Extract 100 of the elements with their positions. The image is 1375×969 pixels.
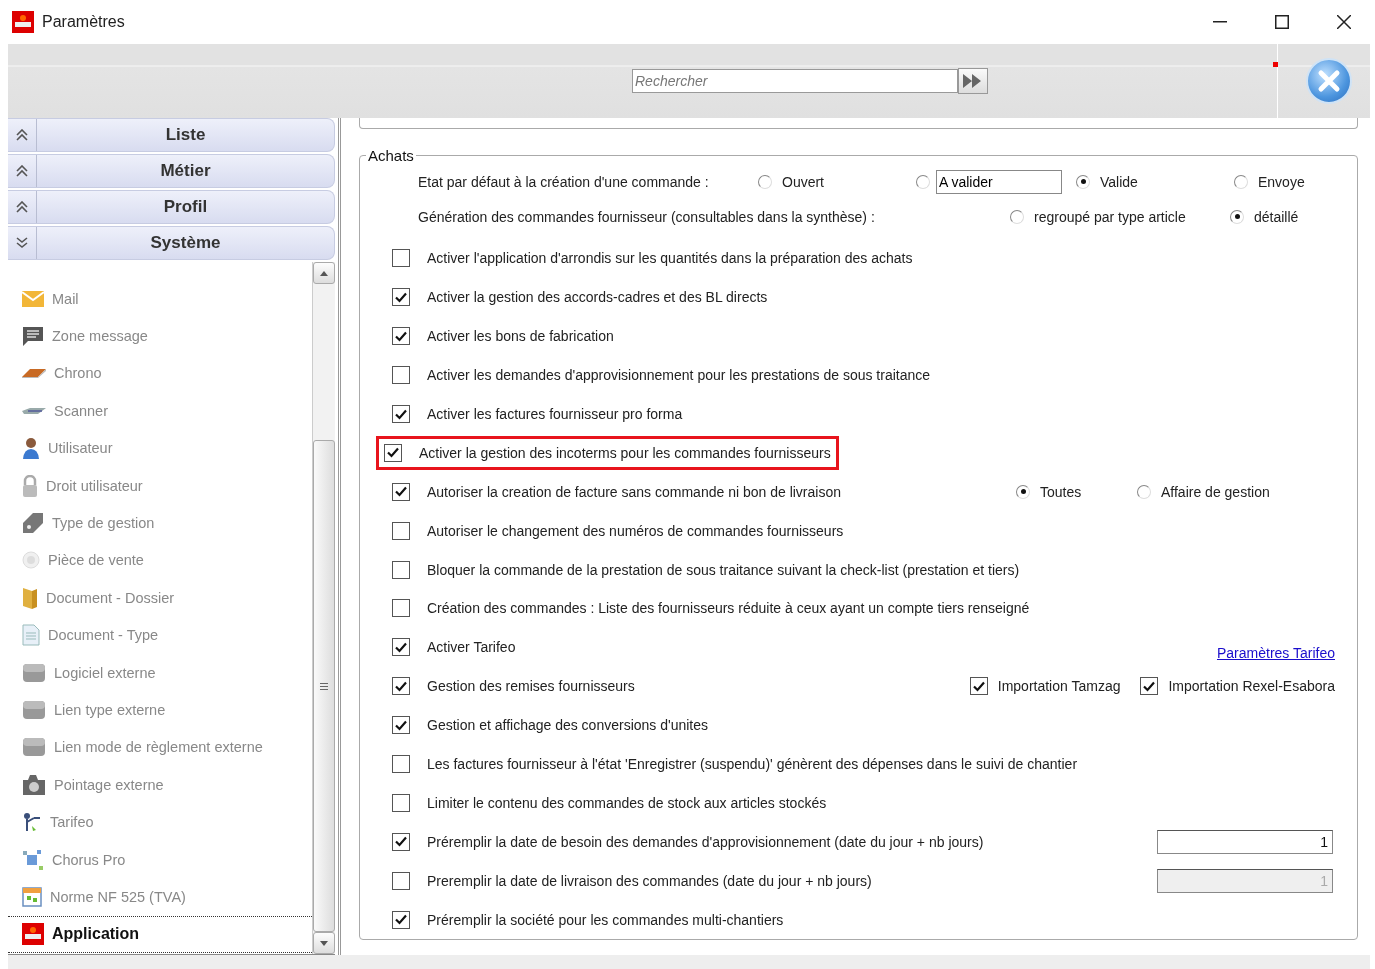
maximize-icon xyxy=(1275,15,1289,29)
checkbox-label: Activer les factures fournisseur pro forma xyxy=(427,406,683,422)
status-input-field[interactable]: A valider xyxy=(936,169,1062,194)
sidebar-item[interactable]: Document - Dossier xyxy=(8,579,312,617)
checkbox[interactable] xyxy=(392,638,410,657)
checkbox-label: Autoriser la creation de facture sans commande ni bon de livraison xyxy=(427,483,841,500)
checkbox-label: Préremplir la société pour les commandes multi-chantiers xyxy=(427,911,784,928)
camera-clock-icon xyxy=(22,773,46,796)
checkbox-label: Activer les demandes d'approvisionnement pour les prestations de sous traitance xyxy=(427,367,931,384)
radio-button[interactable] xyxy=(1016,484,1030,499)
group-title: Achats xyxy=(367,147,415,164)
folder-icon xyxy=(22,586,38,609)
sidebar-item[interactable]: Pièce de vente xyxy=(8,541,312,580)
checkbox[interactable] xyxy=(392,599,410,618)
sidebar-item[interactable]: Chrono xyxy=(8,354,312,393)
radio-button[interactable] xyxy=(1230,209,1244,224)
sidebar-item[interactable]: Lien type externe xyxy=(8,691,312,729)
sidebar-item[interactable]: Tarifeo xyxy=(8,803,312,841)
number-field[interactable]: 1 xyxy=(1157,829,1333,854)
checkbox-label: Importation Rexel-Esabora xyxy=(1168,678,1335,695)
checkmark-icon xyxy=(395,914,407,926)
checkbox[interactable] xyxy=(392,288,410,307)
radio-button[interactable] xyxy=(1010,209,1024,224)
radio-button[interactable] xyxy=(1234,174,1248,189)
sidebar-group-header[interactable]: Système xyxy=(8,226,335,260)
checkbox[interactable] xyxy=(969,677,988,696)
scrollbar[interactable] xyxy=(312,262,335,954)
radio-label: Affaire de gestion xyxy=(1161,483,1270,500)
radio-button[interactable] xyxy=(916,174,930,189)
checkbox[interactable] xyxy=(392,560,410,579)
checkbox-label: Preremplir la date de livraison des commandes (date du jour + nb jours) xyxy=(427,872,872,889)
checkbox[interactable] xyxy=(392,327,410,346)
sidebar-item[interactable]: Logiciel externe xyxy=(8,653,312,692)
figure-icon xyxy=(22,812,42,833)
up-arrow-icon xyxy=(320,270,328,276)
checkbox-label: Autoriser le changement des numéros de commandes fournisseurs xyxy=(427,522,844,539)
sidebar-item[interactable]: Lien mode de règlement externe xyxy=(8,728,312,767)
radio-label: Ouvert xyxy=(782,173,824,190)
search-field[interactable]: Rechercher xyxy=(632,69,958,93)
scroll-thumb[interactable] xyxy=(313,440,335,932)
checkbox[interactable] xyxy=(392,366,410,385)
app-logo-icon xyxy=(12,11,34,33)
checkbox-label: Activer l'application d'arrondis sur les quantités dans la préparation des achats xyxy=(427,250,913,267)
window-title: Paramètres xyxy=(42,13,126,31)
sidebar-item[interactable]: Application xyxy=(8,915,312,954)
checkbox[interactable] xyxy=(392,521,410,540)
checkbox-label: Activer les bons de fabrication xyxy=(427,328,614,345)
radio-button[interactable] xyxy=(1137,484,1151,499)
sidebar-item[interactable]: Norme NF 525 (TVA) xyxy=(8,878,312,916)
radio-label: détaillé xyxy=(1254,208,1299,225)
drive-icon xyxy=(22,700,46,720)
radio-button[interactable] xyxy=(1076,174,1090,189)
sidebar-item[interactable]: Type de gestion xyxy=(8,504,312,542)
sidebar-item[interactable]: Mail xyxy=(8,280,312,318)
sidebar-item[interactable]: Pointage externe xyxy=(8,766,312,804)
drive-icon xyxy=(22,737,46,758)
checkmark-icon xyxy=(972,680,985,692)
app-logo-icon xyxy=(22,923,44,946)
checkbox[interactable] xyxy=(392,910,410,929)
checkmark-icon xyxy=(395,641,407,653)
radio-label: Valide xyxy=(1100,173,1138,190)
scroll-up-button[interactable] xyxy=(313,262,335,284)
scroll-down-button[interactable] xyxy=(313,932,335,954)
checkbox[interactable] xyxy=(392,793,410,812)
envelope-icon xyxy=(22,290,44,307)
checkbox-label: Création des commandes : Liste des fournisseurs réduite à ceux ayant un compte tiers renseigné xyxy=(427,600,1030,617)
checkbox[interactable] xyxy=(384,443,402,462)
close-icon xyxy=(1337,15,1351,29)
sidebar-group-header[interactable]: Métier xyxy=(8,154,335,188)
search-go-button[interactable] xyxy=(958,68,988,94)
sidebar-item[interactable]: Zone message xyxy=(8,317,312,355)
sidebar-group-header[interactable]: Profil xyxy=(8,190,335,224)
sidebar-item[interactable]: Document - Type xyxy=(8,616,312,654)
radio-label: Toutes xyxy=(1040,483,1082,500)
checkbox[interactable] xyxy=(392,405,410,423)
radio-label: Envoye xyxy=(1258,173,1305,190)
person-icon xyxy=(22,437,40,460)
checkbox[interactable] xyxy=(392,832,410,851)
checkbox[interactable] xyxy=(392,249,410,268)
checkbox[interactable] xyxy=(392,871,410,890)
sidebar-item[interactable]: Chorus Pro xyxy=(8,840,312,879)
checkmark-icon xyxy=(1143,680,1156,692)
checkbox[interactable] xyxy=(392,716,410,735)
radio-button[interactable] xyxy=(758,174,772,189)
checkbox-label: Activer Tarifeo xyxy=(427,639,516,656)
settings-link[interactable]: Paramètres Tarifeo xyxy=(1217,645,1335,662)
sidebar-group-header[interactable]: Liste xyxy=(8,118,335,152)
checkmark-icon xyxy=(395,836,407,848)
sidebar-item[interactable]: Utilisateur xyxy=(8,429,312,467)
checkbox[interactable] xyxy=(392,677,410,696)
checkbox[interactable] xyxy=(1140,677,1159,696)
close-round-button[interactable] xyxy=(1306,58,1352,104)
sidebar-item[interactable]: Droit utilisateur xyxy=(8,466,312,505)
document-icon xyxy=(22,624,40,647)
padlock-icon xyxy=(22,474,38,497)
checkbox[interactable] xyxy=(392,482,410,501)
sidebar-item[interactable]: Scanner xyxy=(8,392,312,430)
checkbox[interactable] xyxy=(392,755,410,773)
book-icon xyxy=(22,368,46,379)
speech-bubble-icon xyxy=(22,325,44,347)
